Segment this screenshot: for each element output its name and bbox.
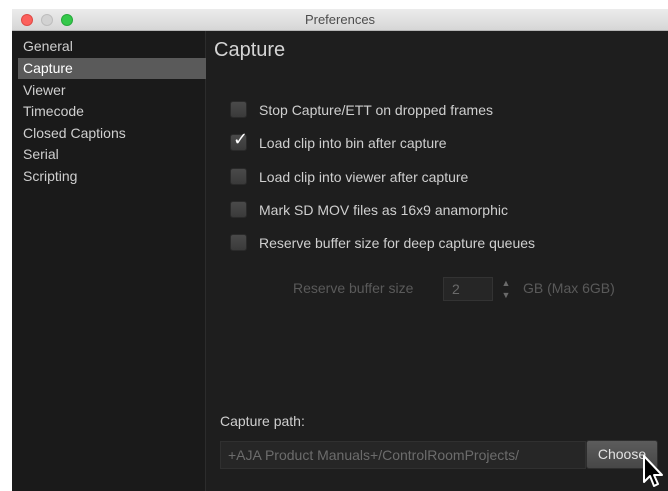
stepper-down-icon[interactable]: ▼ [500,289,512,301]
load-into-viewer-checkbox[interactable] [230,168,247,185]
load-into-bin-checkbox[interactable]: ✓ [230,129,248,151]
mark-anamorphic-checkbox[interactable] [230,201,247,218]
mouse-cursor-icon [643,455,663,487]
checkmark-icon: ✓ [233,129,249,149]
stepper-up-icon[interactable]: ▲ [500,277,512,289]
sidebar-item-timecode[interactable]: Timecode [18,101,206,122]
buffer-size-input[interactable]: 2 [443,277,493,301]
capture-path-field[interactable]: +AJA Product Manuals+/ControlRoomProject… [220,441,586,469]
sidebar-item-viewer[interactable]: Viewer [18,80,206,101]
capture-path-label: Capture path: [220,413,305,429]
option-label: Load clip into bin after capture [259,135,447,151]
title-bar: Preferences [12,9,668,31]
buffer-size-unit: GB (Max 6GB) [523,280,615,296]
sidebar-item-closed-captions[interactable]: Closed Captions [18,123,206,144]
option-label: Mark SD MOV files as 16x9 anamorphic [259,202,508,218]
option-label: Reserve buffer size for deep capture que… [259,235,536,251]
page-title: Capture [214,39,286,61]
buffer-size-label: Reserve buffer size [293,280,414,296]
sidebar-item-general[interactable]: General [18,36,206,57]
capture-panel: Capture Stop Capture/ETT on dropped fram… [206,31,668,491]
option-label: Load clip into viewer after capture [259,169,469,185]
window-title: Preferences [304,12,376,27]
preferences-window: Preferences General Capture Viewer Timec… [12,9,668,491]
stop-capture-checkbox[interactable] [230,101,247,118]
preferences-sidebar: General Capture Viewer Timecode Closed C… [12,31,206,491]
sidebar-item-serial[interactable]: Serial [18,144,206,165]
stepper-icon[interactable]: ▲ ▼ [500,277,512,301]
sidebar-item-scripting[interactable]: Scripting [18,166,206,187]
sidebar-item-capture[interactable]: Capture [18,58,206,79]
reserve-buffer-checkbox[interactable] [230,234,247,251]
option-label: Stop Capture/ETT on dropped frames [259,102,493,118]
